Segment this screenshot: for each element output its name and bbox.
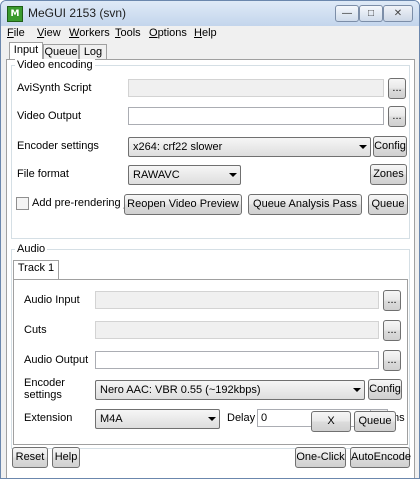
menu-workers-label: orkers	[79, 27, 110, 39]
delay-value: 0	[261, 412, 268, 424]
video-queue-button[interactable]: Queue	[368, 194, 408, 215]
prerender-label: Add pre-rendering job	[32, 197, 139, 209]
autoencode-button[interactable]: AutoEncode	[350, 447, 411, 468]
menu-workers[interactable]: Workers	[69, 27, 110, 39]
chevron-down-icon	[229, 173, 237, 177]
audio-input-label: Audio Input	[24, 294, 80, 306]
file-format-label: File format	[17, 168, 69, 180]
menu-options-hotkey: O	[149, 27, 158, 39]
audio-encoder-value: Nero AAC: VBR 0.55 (~192kbps)	[100, 384, 261, 396]
close-button[interactable]: ✕	[383, 5, 413, 22]
avisynth-script-field[interactable]	[128, 79, 384, 97]
menu-workers-hotkey: W	[69, 27, 80, 39]
megui-window: M MeGUI 2153 (svn) — □ ✕ File View Worke…	[0, 0, 420, 479]
chevron-down-icon	[359, 145, 367, 149]
zones-button[interactable]: Zones	[370, 164, 407, 185]
chevron-down-icon	[208, 417, 216, 421]
video-encoder-select[interactable]: x264: crf22 slower	[128, 137, 371, 157]
cuts-field[interactable]	[95, 321, 379, 339]
extension-select[interactable]: M4A	[95, 409, 220, 429]
client-area: Input Queue Log Video encoding AviSynth …	[1, 42, 419, 478]
menu-bar: File View Workers Tools Options Help	[1, 26, 419, 42]
audio-output-field[interactable]	[95, 351, 379, 369]
menu-help-label: elp	[201, 27, 217, 39]
video-output-label: Video Output	[17, 110, 82, 122]
one-click-button[interactable]: One-Click	[295, 447, 346, 468]
video-encoding-title: Video encoding	[15, 59, 95, 71]
prerender-checkbox[interactable]	[16, 197, 29, 210]
reset-button[interactable]: Reset	[12, 447, 48, 468]
menu-view[interactable]: View	[37, 27, 61, 39]
audio-queue-button[interactable]: Queue	[354, 411, 396, 432]
audio-encoder-label-line1: Encoder	[24, 377, 65, 389]
audio-input-browse-button[interactable]: ...	[383, 290, 401, 311]
menu-options-label: ptions	[157, 27, 187, 39]
menu-tools[interactable]: Tools	[115, 27, 141, 39]
video-output-browse-button[interactable]: ...	[388, 106, 406, 127]
input-tab-panel: Video encoding AviSynth Script ... Video…	[6, 59, 415, 478]
video-encoder-value: x264: crf22 slower	[133, 141, 223, 153]
avisynth-browse-button[interactable]: ...	[388, 78, 406, 99]
reopen-video-preview-button[interactable]: Reopen Video Preview	[124, 194, 242, 215]
file-format-value: RAWAVC	[133, 169, 180, 181]
audio-group-title: Audio	[15, 243, 48, 255]
minimize-button[interactable]: —	[335, 5, 359, 22]
menu-tools-label: ools	[120, 27, 141, 39]
menu-options[interactable]: Options	[149, 27, 187, 39]
window-title: MeGUI 2153 (svn)	[28, 6, 127, 20]
cuts-browse-button[interactable]: ...	[383, 320, 401, 341]
chevron-down-icon	[353, 388, 361, 392]
audio-output-browse-button[interactable]: ...	[383, 350, 401, 371]
menu-help-hotkey: H	[194, 27, 202, 39]
maximize-button[interactable]: □	[359, 5, 383, 22]
encoder-settings-label: Encoder settings	[17, 140, 99, 152]
title-bar[interactable]: M MeGUI 2153 (svn) — □ ✕	[1, 1, 419, 26]
audio-encoder-select[interactable]: Nero AAC: VBR 0.55 (~192kbps)	[95, 380, 365, 400]
video-output-field[interactable]	[128, 107, 384, 125]
menu-file[interactable]: File	[7, 27, 25, 39]
audio-config-button[interactable]: Config	[368, 379, 402, 400]
cuts-label: Cuts	[24, 324, 47, 336]
audio-encoder-label-line2: settings	[24, 389, 62, 401]
audio-input-field[interactable]	[95, 291, 379, 309]
video-config-button[interactable]: Config	[373, 136, 407, 157]
audio-x-button[interactable]: X	[311, 411, 351, 432]
file-format-select[interactable]: RAWAVC	[128, 165, 241, 185]
extension-value: M4A	[100, 413, 123, 425]
tab-track-1[interactable]: Track 1	[13, 260, 59, 279]
audio-output-label: Audio Output	[24, 354, 89, 366]
delay-label: Delay	[227, 412, 256, 424]
help-button[interactable]: Help	[52, 447, 80, 468]
menu-view-label: iew	[44, 27, 61, 39]
avisynth-script-label: AviSynth Script	[17, 82, 92, 94]
queue-analysis-pass-button[interactable]: Queue Analysis Pass	[248, 194, 362, 215]
menu-file-hotkey: F	[7, 27, 14, 39]
extension-label: Extension	[24, 412, 73, 424]
megui-app-icon: M	[7, 6, 23, 22]
menu-help[interactable]: Help	[194, 27, 217, 39]
menu-file-label: ile	[13, 27, 25, 39]
